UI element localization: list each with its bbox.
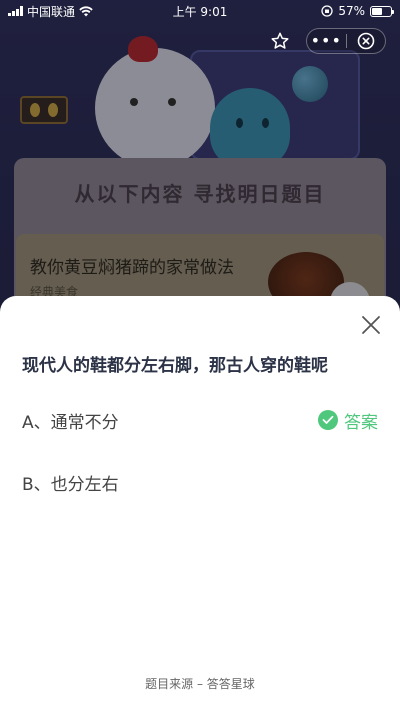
status-time: 上午 9:01 [172, 4, 228, 19]
status-left: 中国联通 [8, 3, 148, 20]
status-bar: 中国联通 上午 9:01 57% [0, 0, 400, 22]
battery-fill [372, 7, 383, 15]
exit-button[interactable] [347, 32, 386, 50]
close-circle-icon [357, 32, 375, 50]
quiz-sheet: 现代人的鞋都分左右脚，那古人穿的鞋呢 A、通常不分 答案 B、也分左右 题目来源… [0, 296, 400, 711]
wifi-icon [79, 5, 93, 16]
battery-icon [370, 5, 394, 17]
option-a[interactable]: A、通常不分 答案 [22, 405, 378, 435]
option-b[interactable]: B、也分左右 [22, 467, 378, 497]
status-right: 57% [252, 4, 394, 18]
more-button[interactable]: ••• [307, 28, 346, 54]
favorite-button[interactable] [266, 28, 294, 54]
question-text: 现代人的鞋都分左右脚，那古人穿的鞋呢 [22, 356, 328, 376]
star-icon [271, 32, 289, 49]
option-b-label: B、也分左右 [22, 474, 119, 495]
mini-program-capsule: ••• [266, 28, 386, 54]
capsule-pill: ••• [306, 28, 386, 54]
close-icon[interactable] [360, 314, 382, 336]
orientation-lock-icon [321, 5, 333, 17]
question-source: 题目来源 – 答答星球 [145, 677, 255, 691]
answer-label: 答案 [344, 412, 378, 433]
option-a-label: A、通常不分 [22, 412, 119, 433]
answer-tag: 答案 [318, 408, 378, 433]
check-icon [318, 410, 338, 430]
signal-icon [8, 6, 23, 16]
battery-percent: 57% [338, 4, 365, 18]
carrier-label: 中国联通 [27, 4, 76, 19]
